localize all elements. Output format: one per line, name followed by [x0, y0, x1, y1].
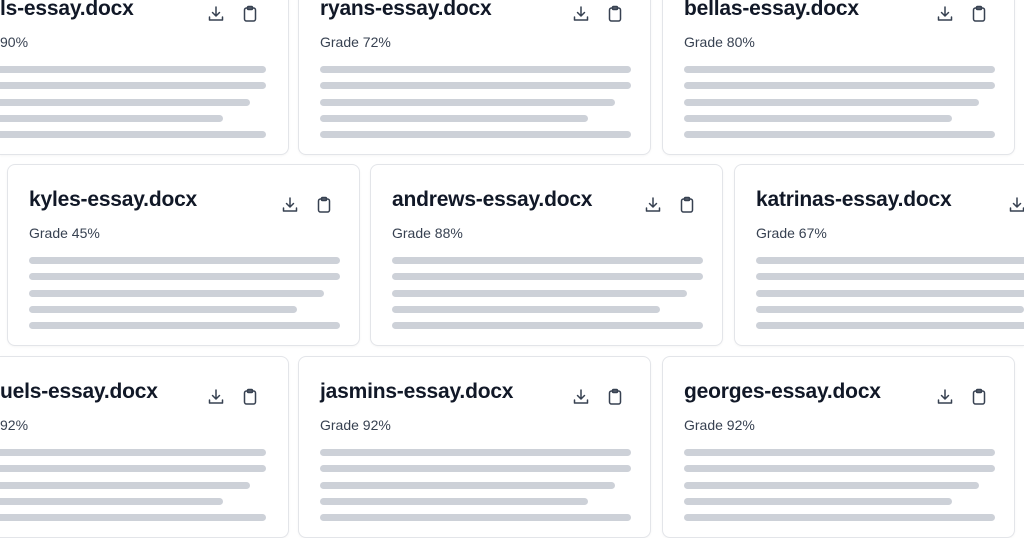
text-placeholder-line	[320, 82, 631, 89]
essay-card[interactable]: kyles-essay.docx Grade 45%	[7, 164, 360, 346]
text-placeholder-line	[756, 257, 1024, 264]
clipboard-icon[interactable]	[969, 4, 989, 24]
download-icon[interactable]	[935, 4, 955, 24]
essay-title: georges-essay.docx	[684, 380, 881, 403]
essay-title: uels-essay.docx	[0, 380, 158, 403]
text-placeholder-line	[320, 482, 615, 489]
essay-title: ls-essay.docx	[0, 0, 134, 20]
essay-card[interactable]: uels-essay.docx 92%	[0, 356, 289, 538]
clipboard-icon[interactable]	[240, 4, 260, 24]
text-placeholder-line	[320, 498, 588, 505]
text-placeholder-line	[684, 131, 995, 138]
text-placeholder-line	[29, 290, 324, 297]
text-placeholder-line	[29, 306, 297, 313]
text-placeholder-line	[684, 82, 995, 89]
text-placeholder-line	[684, 482, 979, 489]
text-placeholder-line	[320, 66, 631, 73]
download-icon[interactable]	[571, 387, 591, 407]
essay-card[interactable]: jasmins-essay.docx Grade 92%	[298, 356, 651, 538]
text-placeholder-line	[0, 131, 266, 138]
text-placeholder-line	[320, 449, 631, 456]
text-placeholder-line	[29, 273, 340, 280]
text-placeholder-line	[0, 115, 223, 122]
essay-title: katrinas-essay.docx	[756, 188, 952, 211]
essay-card[interactable]: andrews-essay.docx Grade 88%	[370, 164, 723, 346]
essay-title: kyles-essay.docx	[29, 188, 198, 211]
essay-title: ryans-essay.docx	[320, 0, 492, 20]
text-placeholder-line	[756, 306, 1024, 313]
download-icon[interactable]	[280, 195, 300, 215]
text-placeholder-line	[684, 498, 952, 505]
clipboard-icon[interactable]	[605, 387, 625, 407]
text-placeholder-line	[684, 465, 995, 472]
download-icon[interactable]	[935, 387, 955, 407]
essay-grade: 92%	[0, 417, 29, 433]
text-placeholder-line	[684, 514, 995, 521]
text-placeholder-line	[0, 66, 266, 73]
text-placeholder-line	[0, 82, 266, 89]
essay-title: andrews-essay.docx	[392, 188, 593, 211]
text-placeholder-line	[0, 449, 266, 456]
text-placeholder-line	[392, 257, 703, 264]
essay-grade: Grade 88%	[392, 225, 463, 241]
essay-card[interactable]: katrinas-essay.docx Grade 67%	[734, 164, 1024, 346]
essay-grade: Grade 72%	[320, 34, 391, 50]
text-placeholder-line	[392, 306, 660, 313]
text-placeholder-line	[756, 273, 1024, 280]
download-icon[interactable]	[206, 387, 226, 407]
essay-card[interactable]: ryans-essay.docx Grade 72%	[298, 0, 651, 155]
clipboard-icon[interactable]	[969, 387, 989, 407]
download-icon[interactable]	[643, 195, 663, 215]
download-icon[interactable]	[571, 4, 591, 24]
essay-card[interactable]: bellas-essay.docx Grade 80%	[662, 0, 1015, 155]
clipboard-icon[interactable]	[677, 195, 697, 215]
text-placeholder-line	[29, 322, 340, 329]
essay-grade: Grade 92%	[684, 417, 755, 433]
text-placeholder-line	[756, 322, 1024, 329]
text-placeholder-line	[0, 99, 250, 106]
essay-card[interactable]: ls-essay.docx 90%	[0, 0, 289, 155]
essay-grade: Grade 92%	[320, 417, 391, 433]
text-placeholder-line	[29, 257, 340, 264]
text-placeholder-line	[684, 66, 995, 73]
essay-grade: 90%	[0, 34, 29, 50]
text-placeholder-line	[320, 99, 615, 106]
text-placeholder-line	[0, 482, 250, 489]
clipboard-icon[interactable]	[240, 387, 260, 407]
essay-grade: Grade 67%	[756, 225, 827, 241]
text-placeholder-line	[320, 465, 631, 472]
text-placeholder-line	[0, 514, 266, 521]
text-placeholder-line	[392, 322, 703, 329]
text-placeholder-line	[392, 290, 687, 297]
text-placeholder-line	[320, 514, 631, 521]
text-placeholder-line	[320, 115, 588, 122]
download-icon[interactable]	[206, 4, 226, 24]
essay-title: bellas-essay.docx	[684, 0, 859, 20]
text-placeholder-line	[0, 465, 266, 472]
text-placeholder-line	[684, 115, 952, 122]
essay-title: jasmins-essay.docx	[320, 380, 514, 403]
text-placeholder-line	[320, 131, 631, 138]
download-icon[interactable]	[1007, 195, 1024, 215]
text-placeholder-line	[756, 290, 1024, 297]
essay-grade: Grade 45%	[29, 225, 100, 241]
essay-grade: Grade 80%	[684, 34, 755, 50]
clipboard-icon[interactable]	[314, 195, 334, 215]
essay-card[interactable]: georges-essay.docx Grade 92%	[662, 356, 1015, 538]
text-placeholder-line	[684, 99, 979, 106]
text-placeholder-line	[392, 273, 703, 280]
text-placeholder-line	[684, 449, 995, 456]
clipboard-icon[interactable]	[605, 4, 625, 24]
text-placeholder-line	[0, 498, 223, 505]
